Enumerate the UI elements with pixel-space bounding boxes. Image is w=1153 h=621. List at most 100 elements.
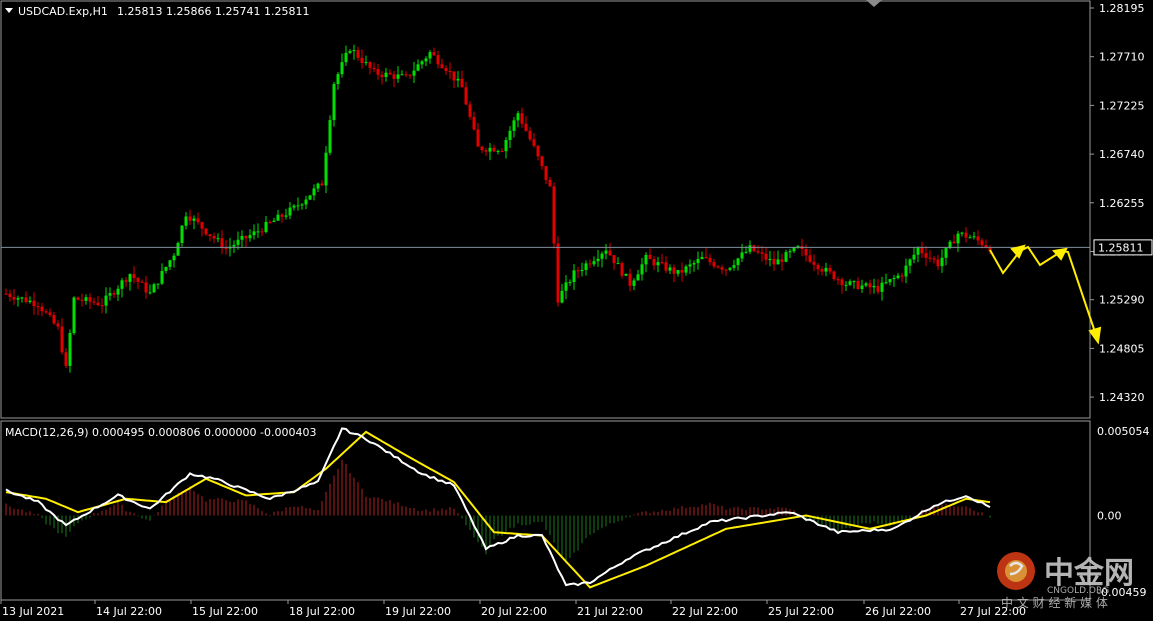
candle [868, 279, 872, 295]
candle [708, 253, 712, 266]
candle [268, 220, 272, 224]
candle [40, 302, 44, 317]
price-tick-label: 1.28195 [1099, 2, 1145, 15]
chart-shift-marker[interactable] [866, 0, 882, 7]
price-tick-label: 1.24320 [1099, 391, 1145, 404]
candle [144, 276, 148, 299]
candle [900, 272, 904, 283]
candle [828, 264, 832, 275]
candle [888, 278, 892, 286]
candle [64, 348, 68, 369]
candle [360, 49, 364, 69]
candle [176, 241, 180, 256]
candle [964, 227, 968, 243]
candle [600, 251, 604, 268]
candle [516, 110, 520, 128]
candle [496, 149, 500, 155]
candle [764, 247, 768, 265]
candle [508, 126, 512, 149]
candle [196, 212, 200, 225]
candle [396, 66, 400, 83]
candle [776, 250, 780, 265]
candle [936, 255, 940, 270]
time-tick-label: 20 Jul 22:00 [481, 605, 547, 618]
candle [832, 270, 836, 281]
candle [364, 55, 368, 66]
candle [476, 123, 480, 147]
candle [824, 262, 828, 277]
candle [568, 279, 572, 286]
candle [92, 297, 96, 306]
candle [172, 252, 176, 268]
candle [700, 251, 704, 260]
candle [544, 166, 548, 185]
candle [692, 260, 696, 272]
candle [36, 302, 40, 316]
candle [528, 127, 532, 142]
candle [328, 115, 332, 156]
candle [520, 107, 524, 128]
candle [12, 289, 16, 305]
candle [156, 283, 160, 290]
candle [492, 144, 496, 153]
candle [488, 143, 492, 161]
candle [340, 53, 344, 78]
time-axis: 13 Jul 2021 14 Jul 22:00 15 Jul 22:00 18 Ju… [0, 600, 1026, 618]
candle [120, 277, 124, 298]
candle [812, 254, 816, 271]
candle [796, 244, 800, 249]
candle [388, 69, 392, 76]
candle [344, 45, 348, 66]
candle [588, 259, 592, 268]
candle [200, 221, 204, 237]
macd-histogram [5, 459, 991, 564]
candle [88, 293, 92, 310]
candle [8, 289, 12, 302]
candle [52, 311, 56, 325]
candle [612, 255, 616, 270]
symbol-dropdown-icon[interactable] [5, 8, 13, 13]
candle [276, 210, 280, 221]
candle [752, 244, 756, 253]
candle [80, 293, 84, 307]
candle [424, 56, 428, 67]
cngold-watermark: 中金网 CNGOLD.ORG 中 文 财 经 新 媒 体 [997, 552, 1134, 610]
candle [320, 180, 324, 186]
candle [572, 264, 576, 290]
main-chart-frame [0, 0, 1091, 419]
candle [604, 244, 608, 260]
price-tick-label: 1.26740 [1099, 148, 1145, 161]
candle [204, 227, 208, 236]
candle [596, 249, 600, 267]
candle [16, 295, 20, 307]
candle [264, 216, 268, 234]
candle [484, 147, 488, 157]
macd-lines [5, 427, 991, 589]
time-tick-label: 13 Jul 2021 [2, 605, 64, 618]
candle [940, 249, 944, 273]
candle [76, 296, 80, 301]
candle [860, 279, 864, 293]
candle [944, 247, 948, 266]
candle [468, 101, 472, 120]
candle [840, 277, 844, 294]
candle [728, 267, 732, 272]
candle [540, 155, 544, 170]
mt4-chart[interactable]: USDCAD.Exp,H1 1.25813 1.25866 1.25741 1.… [0, 0, 1153, 621]
candle [836, 276, 840, 285]
candle [140, 279, 144, 283]
time-tick-label: 21 Jul 22:00 [577, 605, 643, 618]
candle [704, 248, 708, 259]
forecast-arrow-head-2 [1052, 247, 1068, 261]
candle [788, 248, 792, 259]
candle [220, 230, 224, 255]
candle [368, 60, 372, 75]
candle [684, 264, 688, 276]
candle [272, 217, 276, 223]
candle [716, 264, 720, 269]
candle [400, 70, 404, 76]
candle [192, 215, 196, 230]
candle [68, 329, 72, 373]
candle [392, 70, 396, 88]
candle [180, 224, 184, 247]
